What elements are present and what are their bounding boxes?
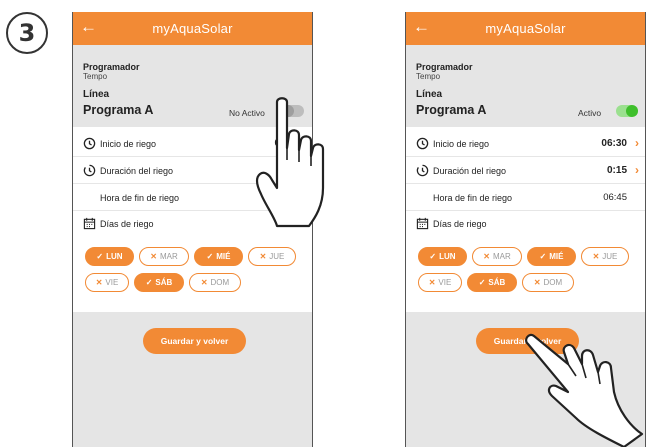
day-chip-lun[interactable]: ✓ LUN: [85, 247, 134, 266]
pointing-hand-icon: [525, 333, 644, 447]
duracion-label: Duración del riego: [100, 166, 174, 176]
fin-value: 06:45: [603, 192, 627, 203]
x-icon: ✕: [200, 278, 208, 287]
active-toggle[interactable]: [616, 105, 638, 117]
dias-label: Días de riego: [100, 219, 154, 229]
timer-icon: [416, 164, 429, 177]
inicio-row[interactable]: Inicio de riego 06:30 ›: [406, 131, 645, 157]
day-label: VIE: [105, 278, 119, 287]
x-icon: ✕: [592, 252, 600, 261]
calendar-icon: [83, 217, 96, 230]
day-label: SÁB: [155, 278, 173, 287]
programa-name: Programa A: [416, 103, 487, 117]
inicio-label: Inicio de riego: [433, 139, 490, 149]
app-header: ← myAquaSolar: [406, 12, 645, 45]
day-label: MIÉ: [216, 252, 231, 261]
day-chip-mar[interactable]: ✕ MAR: [472, 247, 522, 266]
day-label: DOM: [210, 278, 230, 287]
app-header: ← myAquaSolar: [73, 12, 312, 45]
day-label: VIE: [438, 278, 452, 287]
x-icon: ✕: [95, 278, 103, 287]
x-icon: ✕: [428, 278, 436, 287]
inicio-value: 06:30: [601, 138, 627, 149]
step-number-badge: 3: [6, 12, 48, 54]
day-label: LUN: [439, 252, 456, 261]
check-icon: ✓: [429, 252, 437, 261]
x-icon: ✕: [259, 252, 267, 261]
day-chip-mie[interactable]: ✓ MIÉ: [194, 247, 243, 266]
dias-row: Días de riego: [406, 211, 645, 237]
programador-value: Tempo: [83, 72, 108, 81]
app-title: myAquaSolar: [485, 21, 566, 36]
timer-icon: [83, 164, 96, 177]
chevron-right-icon[interactable]: ›: [635, 163, 639, 177]
programador-value: Tempo: [416, 72, 441, 81]
duracion-row[interactable]: Duración del riego 0:15 ›: [406, 158, 645, 184]
fin-label: Hora de fin de riego: [100, 193, 180, 203]
day-label: MAR: [492, 252, 511, 261]
check-icon: ✓: [206, 252, 214, 261]
day-chip-vie[interactable]: ✕ VIE: [85, 273, 129, 292]
day-chip-jue[interactable]: ✕ JUE: [581, 247, 629, 266]
programa-name: Programa A: [83, 103, 154, 117]
check-icon: ✓: [539, 252, 547, 261]
fin-row: Hora de fin de riego 06:45: [406, 185, 645, 211]
clock-icon: [416, 137, 429, 150]
day-chip-vie[interactable]: ✕ VIE: [418, 273, 462, 292]
day-label: JUE: [602, 252, 618, 261]
programador-label: Programador: [416, 62, 473, 72]
check-icon: ✓: [145, 278, 153, 287]
day-chip-sab[interactable]: ✓ SÁB: [134, 273, 184, 292]
day-chip-mar[interactable]: ✕ MAR: [139, 247, 189, 266]
x-icon: ✕: [483, 252, 490, 261]
day-label: DOM: [543, 278, 563, 287]
day-chip-dom[interactable]: ✕ DOM: [522, 273, 574, 292]
day-chip-dom[interactable]: ✕ DOM: [189, 273, 241, 292]
toggle-knob: [626, 105, 638, 117]
x-icon: ✕: [533, 278, 541, 287]
program-info: Programador Tempo Línea Programa A Activ…: [406, 45, 645, 127]
day-label: JUE: [269, 252, 285, 261]
linea-label: Línea: [416, 89, 443, 100]
clock-icon: [83, 137, 96, 150]
status-text: Activo: [578, 108, 602, 118]
programador-label: Programador: [83, 62, 140, 72]
x-icon: ✕: [150, 252, 157, 261]
duracion-value: 0:15: [606, 165, 627, 176]
day-label: MAR: [159, 252, 178, 261]
day-label: MIÉ: [549, 252, 564, 261]
settings-card: Inicio de riego 06:30 › Duración del rie…: [406, 127, 645, 312]
day-label: SÁB: [488, 278, 506, 287]
day-chip-sab[interactable]: ✓ SÁB: [467, 273, 517, 292]
chevron-right-icon[interactable]: ›: [635, 136, 639, 150]
day-label: LUN: [106, 252, 123, 261]
check-icon: ✓: [96, 252, 104, 261]
day-chip-jue[interactable]: ✕ JUE: [248, 247, 296, 266]
duracion-label: Duración del riego: [433, 166, 507, 176]
save-button[interactable]: Guardar y volver: [143, 328, 246, 354]
inicio-label: Inicio de riego: [100, 139, 157, 149]
day-chip-mie[interactable]: ✓ MIÉ: [527, 247, 576, 266]
fin-label: Hora de fin de riego: [433, 193, 513, 203]
check-icon: ✓: [478, 278, 486, 287]
calendar-icon: [416, 217, 429, 230]
pointing-hand-icon: [255, 97, 325, 228]
day-chip-lun[interactable]: ✓ LUN: [418, 247, 467, 266]
linea-label: Línea: [83, 89, 110, 100]
app-title: myAquaSolar: [152, 21, 233, 36]
dias-label: Días de riego: [433, 219, 487, 229]
